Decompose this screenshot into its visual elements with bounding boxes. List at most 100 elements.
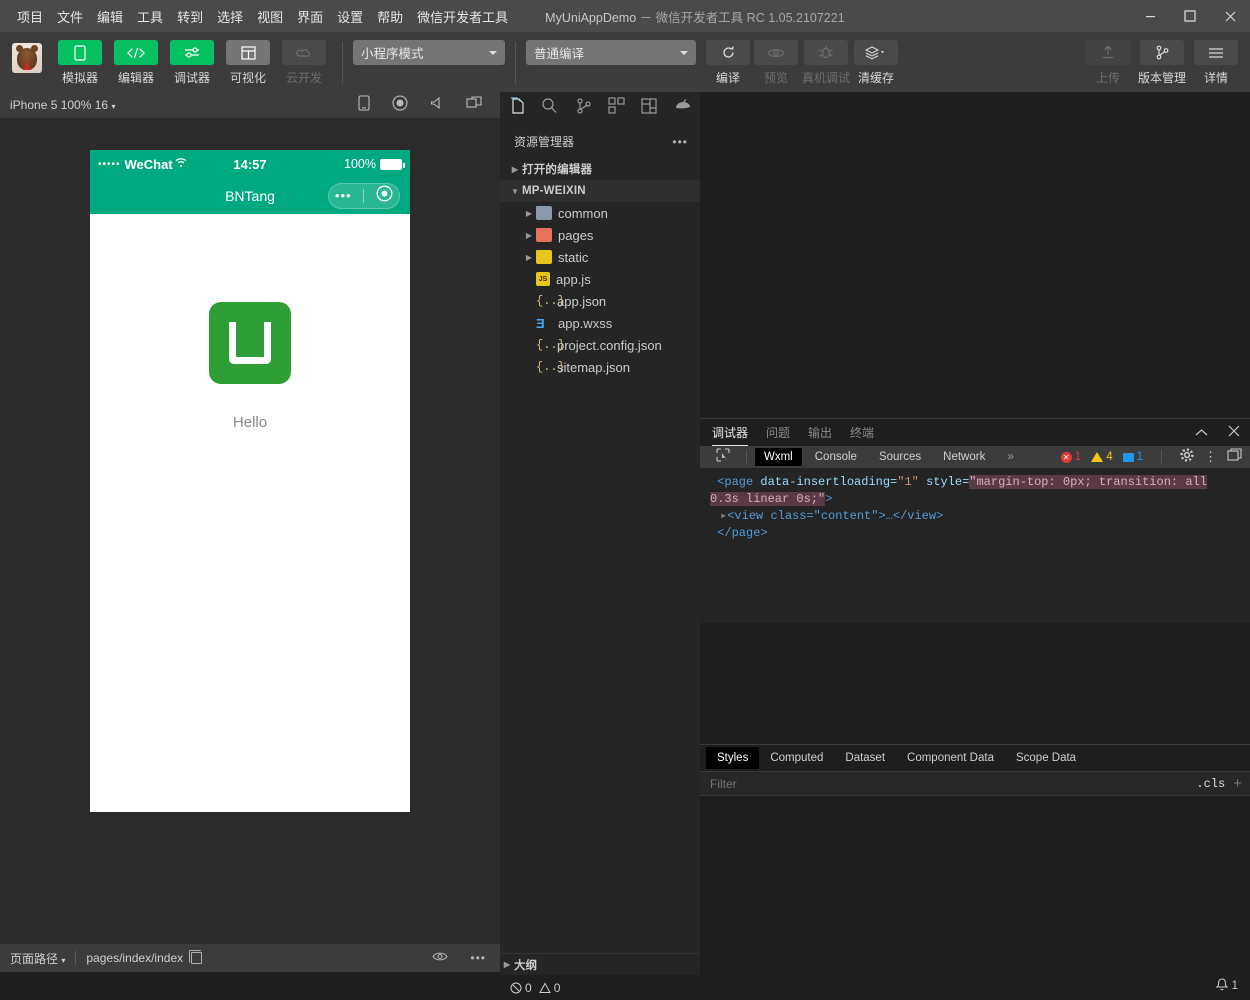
devtools-tab-network[interactable]: Network <box>934 448 994 466</box>
source-control-icon[interactable] <box>575 97 592 120</box>
mode-select[interactable]: 小程序模式 <box>353 40 505 65</box>
styles-tab-component-data[interactable]: Component Data <box>896 747 1005 769</box>
styles-filter-input[interactable] <box>700 776 1197 791</box>
copy-icon[interactable] <box>189 950 203 964</box>
device-selector[interactable]: iPhone 5 100% 16 ▾ <box>10 98 115 112</box>
tree-row-project-root[interactable]: ▼ MP-WEIXIN <box>500 180 700 202</box>
tree-row-open-editors[interactable]: ▶ 打开的编辑器 <box>500 158 700 180</box>
layout-icon[interactable] <box>641 97 658 119</box>
tree-row-project-config[interactable]: {..} project.config.json <box>500 334 700 356</box>
action-remote-debug[interactable]: 真机调试 <box>802 40 850 86</box>
menu-item-view[interactable]: 视图 <box>250 3 290 30</box>
tree-row-sitemap[interactable]: {..} sitemap.json <box>500 356 700 378</box>
menu-item-help[interactable]: 帮助 <box>370 3 410 30</box>
more-vertical-icon[interactable]: ⋮ <box>1204 450 1217 463</box>
route-label: 页面路径 <box>10 951 59 966</box>
device-page-body: Hello <box>90 214 410 812</box>
tab-output[interactable]: 输出 <box>808 419 832 446</box>
action-compile[interactable]: 编译 <box>706 40 750 86</box>
cloud-icon <box>282 40 326 65</box>
menu-item-tools[interactable]: 工具 <box>130 3 170 30</box>
tree-row-static[interactable]: ▶ static <box>500 246 700 268</box>
add-rule-button[interactable]: + <box>1233 775 1250 792</box>
menu-item-devtools[interactable]: 微信开发者工具 <box>410 3 515 30</box>
info-badge[interactable]: 1 <box>1122 451 1143 463</box>
more-icon[interactable]: ••• <box>470 952 486 964</box>
toolbar-button-editor[interactable]: 编辑器 <box>112 40 160 86</box>
target-icon[interactable] <box>376 185 393 207</box>
toolbar-divider-1 <box>342 42 343 84</box>
error-badge[interactable]: ✕ 1 <box>1060 451 1081 463</box>
devtools-tab-wxml[interactable]: Wxml <box>755 448 802 466</box>
wxml-page-close: </page> <box>717 526 768 540</box>
extensions-icon[interactable] <box>608 97 625 119</box>
menu-item-settings[interactable]: 设置 <box>330 3 370 30</box>
eye-icon[interactable] <box>432 951 449 965</box>
devtools-overflow-button[interactable]: » <box>998 448 1022 466</box>
tree-row-app-wxss[interactable]: Ǝ app.wxss <box>500 312 700 334</box>
styles-tab-dataset[interactable]: Dataset <box>834 747 896 769</box>
toolbar-label-visualize: 可视化 <box>229 71 266 85</box>
toolbar-button-debugger[interactable]: 调试器 <box>168 40 216 86</box>
minimize-button[interactable] <box>1130 0 1170 32</box>
tree-row-common[interactable]: ▶ common <box>500 202 700 224</box>
maximize-button[interactable] <box>1170 0 1210 32</box>
gear-icon[interactable] <box>1180 447 1194 467</box>
styles-tab-styles[interactable]: Styles <box>706 747 760 769</box>
tree-row-app-json[interactable]: {..} app.json <box>500 290 700 312</box>
menu-item-select[interactable]: 选择 <box>210 3 250 30</box>
tree-row-app-js[interactable]: JS app.js <box>500 268 700 290</box>
action-preview[interactable]: 预览 <box>754 40 798 86</box>
tab-debugger[interactable]: 调试器 <box>712 419 748 446</box>
tree-row-pages[interactable]: ▶ pages <box>500 224 700 246</box>
inspect-icon[interactable] <box>708 447 738 467</box>
tab-problems[interactable]: 问题 <box>766 419 790 446</box>
close-icon[interactable] <box>1228 424 1240 442</box>
device-screen[interactable]: ••••• WeChat 14:57 100% BNTang ••• Hello <box>90 150 410 812</box>
simulator-pane: iPhone 5 100% 16 ▾ ••••• WeChat 14:57 10… <box>0 92 500 972</box>
record-icon[interactable] <box>392 94 408 116</box>
more-icon[interactable]: ••• <box>335 189 352 202</box>
action-clear-cache[interactable]: 清缓存 <box>854 40 899 86</box>
avatar[interactable] <box>12 43 42 73</box>
styles-tab-computed[interactable]: Computed <box>759 747 834 769</box>
bell-icon[interactable] <box>1214 977 1229 995</box>
menu-item-interface[interactable]: 界面 <box>290 3 330 30</box>
problems-indicator[interactable]: 0 0 <box>510 981 560 995</box>
action-version-control[interactable]: 版本管理 <box>1138 40 1186 86</box>
debug-icon[interactable] <box>674 98 692 118</box>
menu-item-edit[interactable]: 编辑 <box>90 3 130 30</box>
toolbar-button-visualize[interactable]: 可视化 <box>224 40 272 86</box>
phone-rotate-icon[interactable] <box>358 94 370 116</box>
wxml-tree-view[interactable]: <page data-insertloading="1" style="marg… <box>700 468 1250 623</box>
device-clock: 14:57 <box>233 156 267 172</box>
styles-tab-scope-data[interactable]: Scope Data <box>1005 747 1087 769</box>
devtools-tab-sources[interactable]: Sources <box>870 448 930 466</box>
volume-icon[interactable] <box>430 96 444 115</box>
toolbar-button-simulator[interactable]: 模拟器 <box>56 40 104 86</box>
close-button[interactable] <box>1210 0 1250 32</box>
notification-area[interactable]: 1 <box>1150 972 1250 1000</box>
route-label-button[interactable]: 页面路径 ▾ <box>10 950 65 967</box>
action-upload[interactable]: 上传 <box>1085 40 1130 86</box>
compile-mode-select[interactable]: 普通编译 <box>526 40 696 65</box>
menu-item-project[interactable]: 项目 <box>10 3 50 30</box>
warning-badge[interactable]: 4 <box>1091 451 1113 463</box>
wxml-line-2[interactable]: ▸<view class="content">…</view> <box>710 508 1240 525</box>
more-icon[interactable]: ••• <box>672 136 688 148</box>
outline-section[interactable]: ▶ 大纲 <box>500 953 700 975</box>
menu-item-goto[interactable]: 转到 <box>170 3 210 30</box>
files-icon[interactable] <box>508 96 525 120</box>
devtools-tab-console[interactable]: Console <box>806 448 866 466</box>
chevron-up-icon[interactable] <box>1195 424 1208 442</box>
search-icon[interactable] <box>541 97 558 120</box>
dock-icon[interactable] <box>1227 447 1242 467</box>
action-details[interactable]: 详情 <box>1194 40 1238 86</box>
cls-button[interactable]: .cls <box>1196 777 1233 791</box>
window-controls <box>1130 0 1250 32</box>
capsule-buttons[interactable]: ••• <box>328 183 400 209</box>
menu-item-file[interactable]: 文件 <box>50 3 90 30</box>
tab-terminal[interactable]: 终端 <box>850 419 874 446</box>
toolbar-button-cloud[interactable]: 云开发 <box>280 40 328 86</box>
screenshot-icon[interactable] <box>466 95 482 115</box>
